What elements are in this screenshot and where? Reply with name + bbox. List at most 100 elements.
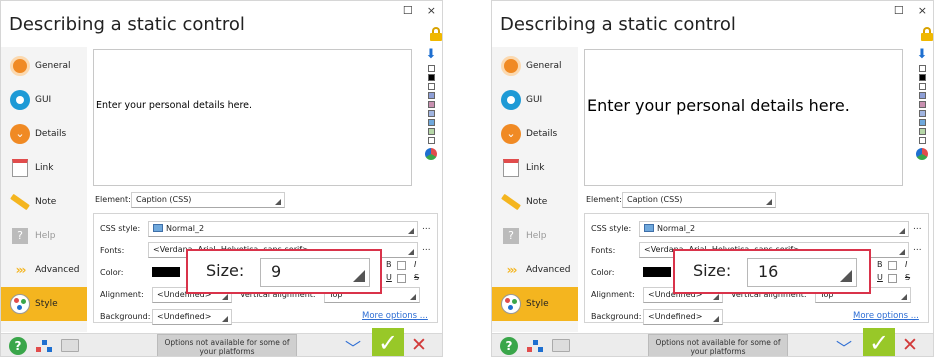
element-label: Element: xyxy=(586,195,622,204)
swatch-green[interactable] xyxy=(918,128,926,135)
swatch-white-3[interactable] xyxy=(918,137,926,144)
swatch-white-3[interactable] xyxy=(427,137,435,144)
sidebar-item-note[interactable]: Note xyxy=(1,185,87,219)
style-icon xyxy=(500,293,522,315)
css-style-more-button[interactable]: ... xyxy=(422,222,431,232)
background-select[interactable]: <Undefined> xyxy=(152,309,232,325)
strike-checkbox[interactable] xyxy=(888,274,897,283)
network-icon[interactable] xyxy=(526,338,544,354)
sidebar-item-help[interactable]: ? Help xyxy=(1,219,87,253)
sidebar-item-style[interactable]: Style xyxy=(492,287,578,321)
swatch-white-2[interactable] xyxy=(427,83,435,90)
color-picker-icon[interactable] xyxy=(916,148,928,160)
sidebar-item-label: Style xyxy=(526,299,549,309)
link-icon xyxy=(9,157,31,179)
more-options-link[interactable]: More options ... xyxy=(362,311,428,321)
alignment-label: Alignment: xyxy=(100,290,144,299)
chevron-down-icon[interactable]: ﹀ xyxy=(345,335,361,356)
sidebar-item-details[interactable]: ⌄ Details xyxy=(492,117,578,151)
sidebar-item-advanced[interactable]: ››› Advanced xyxy=(492,253,578,287)
sidebar-item-label: Note xyxy=(526,197,548,207)
fonts-more-button[interactable]: ... xyxy=(422,243,431,253)
display-icon[interactable] xyxy=(552,339,570,352)
swatch-blue[interactable] xyxy=(427,92,435,99)
link-icon xyxy=(500,157,522,179)
close-window-button[interactable]: × xyxy=(918,4,927,17)
swatch-blue[interactable] xyxy=(918,92,926,99)
sidebar-item-gui[interactable]: GUI xyxy=(492,83,578,117)
italic-checkbox[interactable] xyxy=(888,261,897,270)
more-options-link[interactable]: More options ... xyxy=(853,311,919,321)
background-label: Background: xyxy=(591,312,642,321)
color-swatch[interactable] xyxy=(152,267,180,277)
background-select[interactable]: <Undefined> xyxy=(643,309,723,325)
maximize-button[interactable]: ☐ xyxy=(894,4,904,17)
ok-button[interactable]: ✓ xyxy=(863,328,895,356)
general-icon xyxy=(9,55,31,77)
download-arrow-icon[interactable]: ⬇ xyxy=(425,48,437,63)
preview-area[interactable]: Enter your personal details here. xyxy=(584,49,903,186)
size-value: 9 xyxy=(271,262,282,281)
color-swatch[interactable] xyxy=(643,267,671,277)
sidebar-item-general[interactable]: General xyxy=(1,49,87,83)
close-window-button[interactable]: × xyxy=(427,4,436,17)
css-style-select[interactable]: Normal_2 xyxy=(639,221,909,237)
download-arrow-icon[interactable]: ⬇ xyxy=(916,48,928,63)
dialog-title: Describing a static control xyxy=(9,14,245,35)
maximize-button[interactable]: ☐ xyxy=(403,4,413,17)
italic-checkbox[interactable] xyxy=(397,261,406,270)
network-icon[interactable] xyxy=(35,338,53,354)
size-select[interactable]: 16 xyxy=(747,258,857,287)
swatch-light-blue[interactable] xyxy=(918,110,926,117)
strike-label: S xyxy=(905,273,911,282)
sidebar-item-label: Details xyxy=(526,129,558,139)
sidebar-item-style[interactable]: Style xyxy=(1,287,87,321)
swatch-white[interactable] xyxy=(918,65,926,72)
gui-icon xyxy=(500,89,522,111)
sidebar-item-link[interactable]: Link xyxy=(492,151,578,185)
swatch-sky[interactable] xyxy=(918,119,926,126)
gui-icon xyxy=(9,89,31,111)
swatch-black[interactable] xyxy=(427,74,435,81)
element-select[interactable]: Caption (CSS) xyxy=(622,192,776,208)
swatch-white-2[interactable] xyxy=(918,83,926,90)
strike-checkbox[interactable] xyxy=(397,274,406,283)
display-icon[interactable] xyxy=(61,339,79,352)
swatch-light-blue[interactable] xyxy=(427,110,435,117)
sidebar-item-note[interactable]: Note xyxy=(492,185,578,219)
swatch-white[interactable] xyxy=(427,65,435,72)
help-button[interactable]: ? xyxy=(9,337,27,355)
cancel-button[interactable]: ✕ xyxy=(411,334,427,356)
swatch-pink[interactable] xyxy=(918,101,926,108)
underline-label: U xyxy=(877,273,883,282)
sidebar-item-help[interactable]: ? Help xyxy=(492,219,578,253)
swatch-pink[interactable] xyxy=(427,101,435,108)
cancel-button[interactable]: ✕ xyxy=(902,334,918,356)
swatch-green[interactable] xyxy=(427,128,435,135)
sidebar-item-advanced[interactable]: ››› Advanced xyxy=(1,253,87,287)
swatch-black[interactable] xyxy=(918,74,926,81)
color-label: Color: xyxy=(100,268,124,277)
sidebar-item-general[interactable]: General xyxy=(492,49,578,83)
lock-icon[interactable] xyxy=(921,27,933,41)
preview-text: Enter your personal details here. xyxy=(96,100,253,111)
element-select[interactable]: Caption (CSS) xyxy=(131,192,285,208)
background-value: <Undefined> xyxy=(157,312,212,321)
swatch-sky[interactable] xyxy=(427,119,435,126)
preview-area[interactable]: Enter your personal details here. xyxy=(93,49,412,186)
sidebar-item-link[interactable]: Link xyxy=(1,151,87,185)
fonts-more-button[interactable]: ... xyxy=(913,243,922,253)
lock-icon[interactable] xyxy=(430,27,442,41)
ok-button[interactable]: ✓ xyxy=(372,328,404,356)
css-style-select[interactable]: Normal_2 xyxy=(148,221,418,237)
sidebar-item-label: GUI xyxy=(526,95,543,105)
chevron-down-icon[interactable]: ﹀ xyxy=(836,335,852,356)
sidebar-item-details[interactable]: ⌄ Details xyxy=(1,117,87,151)
css-style-more-button[interactable]: ... xyxy=(913,222,922,232)
color-palette-bar: ⬇ xyxy=(915,48,929,184)
color-picker-icon[interactable] xyxy=(425,148,437,160)
sidebar-item-gui[interactable]: GUI xyxy=(1,83,87,117)
element-label: Element: xyxy=(95,195,131,204)
help-button[interactable]: ? xyxy=(500,337,518,355)
size-select[interactable]: 9 xyxy=(260,258,370,287)
